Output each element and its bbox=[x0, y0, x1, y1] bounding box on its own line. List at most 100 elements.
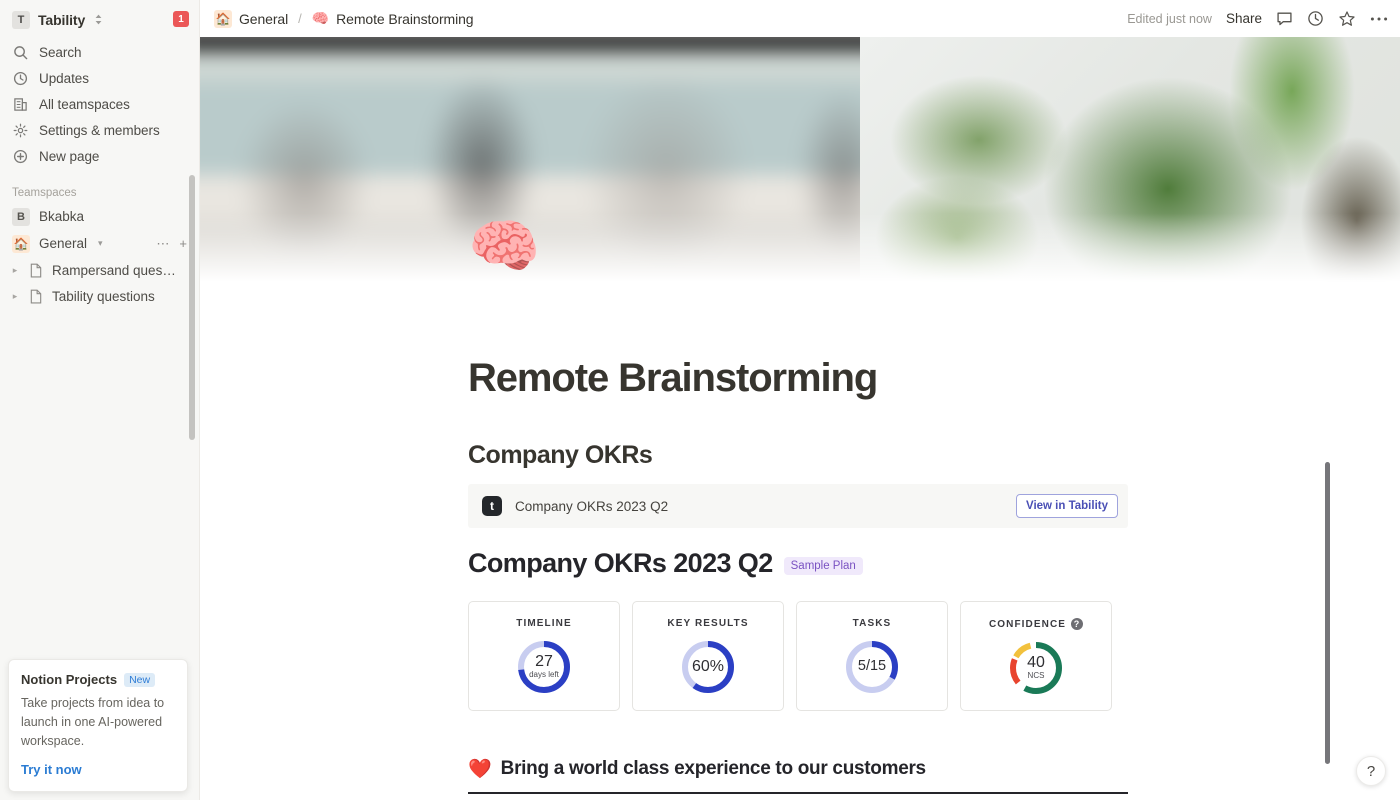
main-content: 🏠 General / 🧠 Remote Brainstorming Edite… bbox=[200, 0, 1400, 800]
content-scrollbar[interactable] bbox=[1325, 462, 1330, 764]
metric-card-timeline[interactable]: TIMELINE 27 days left bbox=[468, 601, 620, 711]
home-icon: 🏠 bbox=[214, 9, 232, 28]
sidebar-page-rampersand[interactable]: ▸ Rampersand ques… bbox=[0, 257, 199, 283]
plan-title: Company OKRs 2023 Q2 bbox=[468, 548, 773, 578]
metric-cards: TIMELINE 27 days left KEY RESULTS 60% TA… bbox=[468, 601, 1128, 711]
breadcrumb-parent[interactable]: General bbox=[239, 11, 288, 27]
sidebar-teamspace-bkabka[interactable]: B Bkabka bbox=[0, 203, 199, 230]
tability-logo-icon: t bbox=[482, 496, 502, 516]
donut-center-label: 5/15 bbox=[843, 638, 901, 696]
card-label: CONFIDENCE ? bbox=[988, 618, 1084, 630]
objective-row[interactable]: ❤️ Bring a world class experience to our… bbox=[468, 757, 1128, 781]
new-badge: New bbox=[124, 672, 156, 687]
teamspace-label: Bkabka bbox=[39, 209, 85, 224]
objective-title: Bring a world class experience to our cu… bbox=[500, 758, 926, 779]
brain-icon: 🧠 bbox=[311, 10, 330, 26]
view-in-tability-button[interactable]: View in Tability bbox=[1015, 494, 1118, 518]
topbar: 🏠 General / 🧠 Remote Brainstorming Edite… bbox=[200, 0, 1400, 37]
sidebar-item-search[interactable]: Search bbox=[0, 39, 199, 65]
tasks-donut-chart: 5/15 bbox=[843, 638, 901, 696]
topbar-actions: Edited just now Share bbox=[1127, 10, 1388, 28]
page-cover-image[interactable] bbox=[200, 37, 1400, 282]
card-label: TIMELINE bbox=[516, 618, 572, 629]
sidebar-scrollbar[interactable] bbox=[189, 175, 195, 440]
sidebar-item-label: Settings & members bbox=[39, 122, 160, 138]
help-circle-icon[interactable]: ? bbox=[1071, 618, 1084, 630]
embed-header-bar: t Company OKRs 2023 Q2 View in Tability bbox=[468, 484, 1128, 528]
sample-plan-badge: Sample Plan bbox=[783, 557, 863, 575]
chevron-right-icon[interactable]: ▸ bbox=[8, 265, 22, 276]
breadcrumb-separator: / bbox=[298, 11, 302, 26]
card-label: KEY RESULTS bbox=[667, 618, 749, 629]
help-button[interactable]: ? bbox=[1356, 756, 1386, 786]
workspace-switcher[interactable]: T Tability bbox=[0, 0, 199, 37]
gear-icon bbox=[12, 122, 29, 139]
cover-fade-overlay bbox=[200, 37, 1400, 282]
teamspace-label: General bbox=[39, 236, 88, 251]
sidebar-teamspace-general[interactable]: 🏠 General ▾ ⋯ + bbox=[0, 230, 199, 257]
sidebar-item-label: New page bbox=[39, 148, 100, 164]
chevron-updown-icon bbox=[94, 14, 103, 25]
donut-center-label: 27 days left bbox=[515, 638, 573, 696]
home-icon: 🏠 bbox=[12, 234, 30, 253]
heart-icon: ❤️ bbox=[468, 759, 492, 780]
donut-value: 5/15 bbox=[857, 658, 887, 675]
more-icon[interactable]: ⋯ bbox=[156, 236, 169, 252]
search-icon bbox=[12, 44, 29, 61]
page-label: Rampersand ques… bbox=[52, 262, 176, 278]
clock-icon bbox=[12, 70, 29, 87]
building-icon bbox=[12, 96, 29, 113]
page-title[interactable]: Remote Brainstorming bbox=[468, 356, 1400, 401]
star-icon[interactable] bbox=[1338, 10, 1356, 28]
workspace-avatar: T bbox=[12, 10, 30, 29]
workspace-name: Tability bbox=[38, 11, 86, 28]
chevron-right-icon[interactable]: ▸ bbox=[8, 291, 22, 302]
share-button[interactable]: Share bbox=[1226, 11, 1262, 26]
sidebar-item-label: Search bbox=[39, 44, 82, 60]
metric-card-key-results[interactable]: KEY RESULTS 60% bbox=[632, 601, 784, 711]
metric-card-tasks[interactable]: TASKS 5/15 bbox=[796, 601, 948, 711]
edited-status: Edited just now bbox=[1127, 11, 1212, 26]
breadcrumb-current[interactable]: Remote Brainstorming bbox=[336, 11, 473, 27]
promo-body: Take projects from idea to launch in one… bbox=[21, 696, 165, 748]
app-root: T Tability 1 Search Updates All teamspac… bbox=[0, 0, 1400, 800]
sidebar-item-label: All teamspaces bbox=[39, 96, 130, 112]
sidebar-item-settings-members[interactable]: Settings & members bbox=[0, 117, 199, 143]
add-page-icon[interactable]: + bbox=[179, 236, 187, 251]
donut-center-label: 40 NCS bbox=[1007, 639, 1065, 697]
sidebar-page-tability-questions[interactable]: ▸ Tability questions bbox=[0, 283, 199, 309]
heading-company-okrs[interactable]: Company OKRs bbox=[468, 441, 1400, 470]
tability-embed: t Company OKRs 2023 Q2 View in Tability … bbox=[468, 484, 1128, 800]
sidebar-nav: Search Updates All teamspaces Settings &… bbox=[0, 37, 199, 169]
donut-value: 27 bbox=[535, 653, 553, 671]
teamspaces-section-label: Teamspaces bbox=[12, 187, 77, 199]
notion-projects-promo-card: Notion Projects New Take projects from i… bbox=[8, 659, 188, 792]
promo-title: Notion Projects bbox=[21, 672, 118, 687]
donut-sub: NCS bbox=[1027, 671, 1045, 681]
page-brain-icon[interactable]: 🧠 bbox=[468, 218, 540, 276]
sidebar-item-updates[interactable]: Updates bbox=[0, 65, 199, 91]
promo-header: Notion Projects New bbox=[21, 672, 175, 687]
notification-badge[interactable]: 1 bbox=[173, 11, 189, 27]
history-icon[interactable] bbox=[1307, 10, 1324, 27]
sidebar-item-new-page[interactable]: New page bbox=[0, 143, 199, 169]
key-results-donut-chart: 60% bbox=[679, 638, 737, 696]
embed-title: Company OKRs 2023 Q2 bbox=[515, 498, 669, 514]
breadcrumb: 🏠 General / 🧠 Remote Brainstorming bbox=[214, 9, 474, 28]
plus-circle-icon bbox=[12, 148, 29, 165]
comment-icon[interactable] bbox=[1276, 10, 1293, 27]
metric-card-confidence[interactable]: CONFIDENCE ? 40 NCS bbox=[960, 601, 1112, 711]
donut-sub: days left bbox=[529, 670, 559, 680]
document-icon bbox=[29, 289, 45, 304]
card-label: TASKS bbox=[852, 618, 892, 629]
card-label-text: CONFIDENCE bbox=[988, 618, 1067, 630]
donut-center-label: 60% bbox=[679, 638, 737, 696]
more-icon[interactable] bbox=[1370, 16, 1388, 22]
confidence-donut-chart: 40 NCS bbox=[1007, 639, 1065, 697]
sidebar-item-all-teamspaces[interactable]: All teamspaces bbox=[0, 91, 199, 117]
donut-value: 40 bbox=[1027, 654, 1045, 672]
chevron-down-icon[interactable]: ▾ bbox=[98, 238, 103, 249]
try-it-now-link[interactable]: Try it now bbox=[21, 762, 82, 777]
document-body: Remote Brainstorming Company OKRs t Comp… bbox=[200, 356, 1400, 800]
teamspace-actions: ⋯ + bbox=[156, 236, 187, 252]
